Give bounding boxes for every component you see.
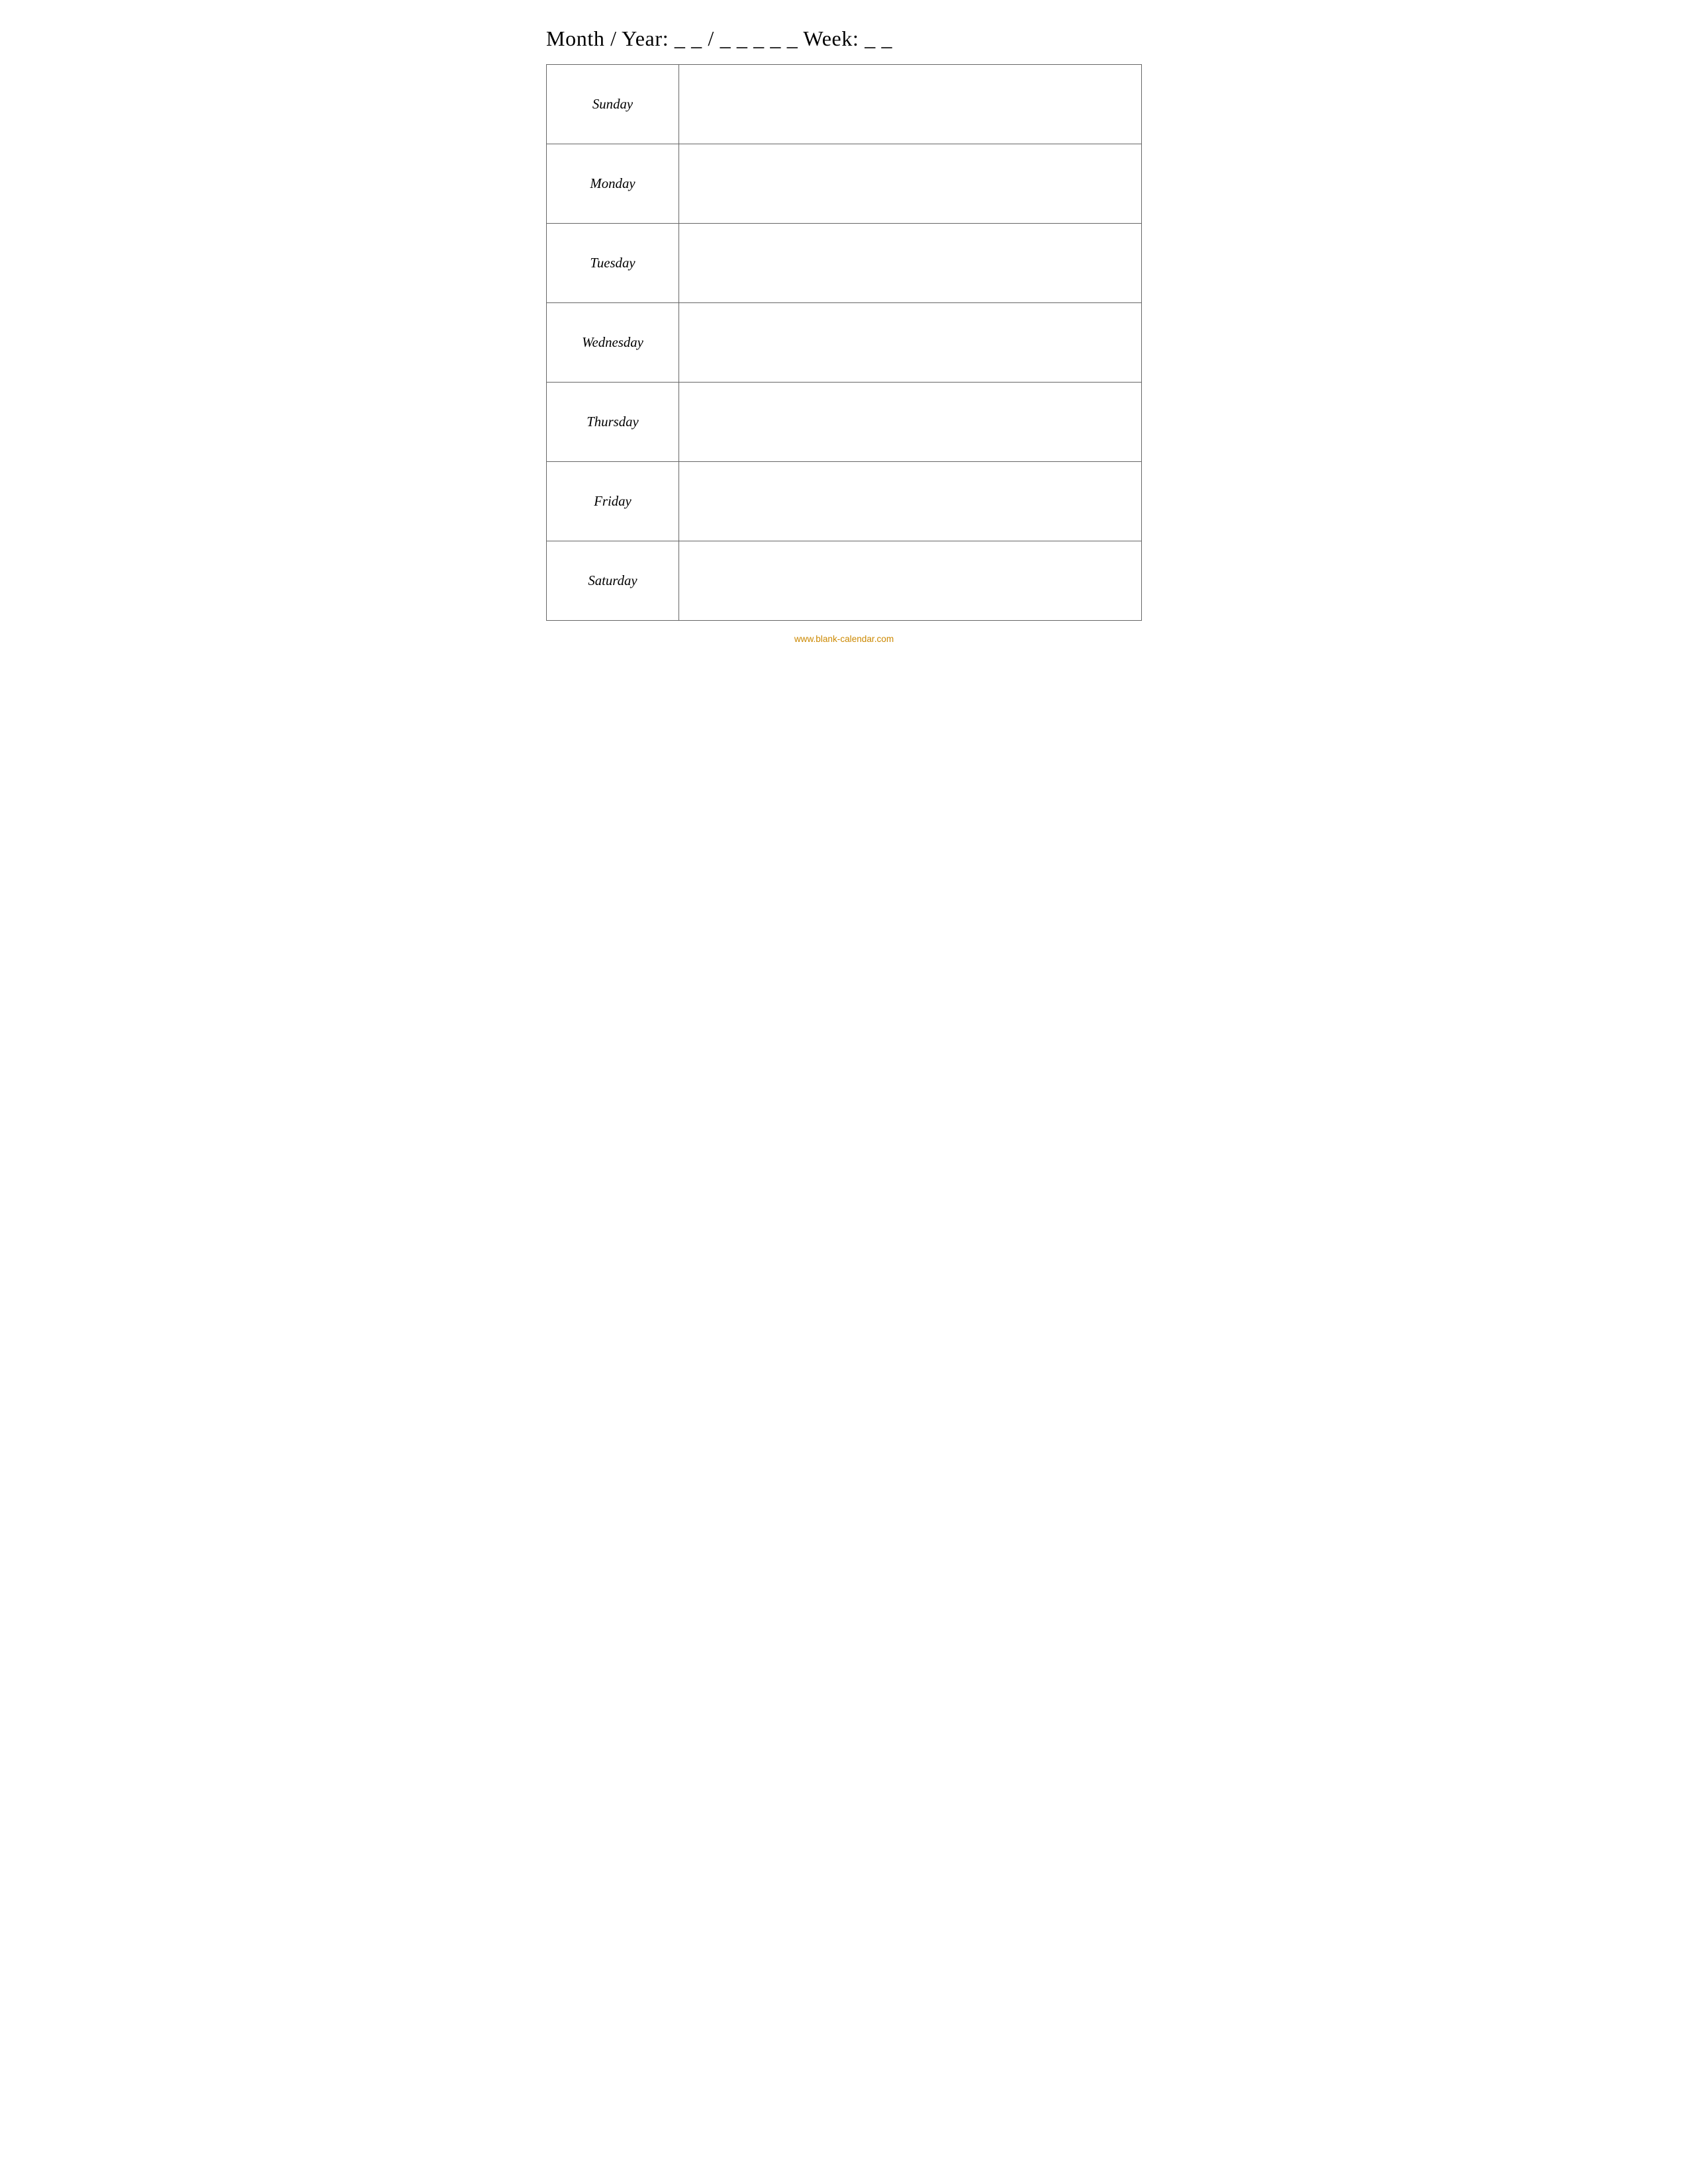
day-content-thursday[interactable]	[679, 383, 1142, 462]
table-row: Wednesday	[547, 303, 1142, 383]
day-content-wednesday[interactable]	[679, 303, 1142, 383]
day-content-sunday[interactable]	[679, 65, 1142, 144]
header-text: Month / Year: _ _ / _ _ _ _ _ Week: _ _	[546, 26, 892, 50]
table-row: Friday	[547, 462, 1142, 541]
day-label-saturday: Saturday	[547, 541, 679, 621]
day-label-thursday: Thursday	[547, 383, 679, 462]
day-label-sunday: Sunday	[547, 65, 679, 144]
calendar-table: SundayMondayTuesdayWednesdayThursdayFrid…	[546, 64, 1142, 621]
page-header: Month / Year: _ _ / _ _ _ _ _ Week: _ _	[546, 26, 892, 51]
table-row: Sunday	[547, 65, 1142, 144]
day-content-friday[interactable]	[679, 462, 1142, 541]
day-content-saturday[interactable]	[679, 541, 1142, 621]
table-row: Tuesday	[547, 224, 1142, 303]
day-label-wednesday: Wednesday	[547, 303, 679, 383]
day-label-tuesday: Tuesday	[547, 224, 679, 303]
day-label-friday: Friday	[547, 462, 679, 541]
day-content-tuesday[interactable]	[679, 224, 1142, 303]
page-container: Month / Year: _ _ / _ _ _ _ _ Week: _ _ …	[546, 26, 1142, 644]
table-row: Saturday	[547, 541, 1142, 621]
footer-url: www.blank-calendar.com	[794, 634, 894, 644]
day-label-monday: Monday	[547, 144, 679, 224]
table-row: Thursday	[547, 383, 1142, 462]
table-row: Monday	[547, 144, 1142, 224]
day-content-monday[interactable]	[679, 144, 1142, 224]
footer: www.blank-calendar.com	[546, 634, 1142, 644]
